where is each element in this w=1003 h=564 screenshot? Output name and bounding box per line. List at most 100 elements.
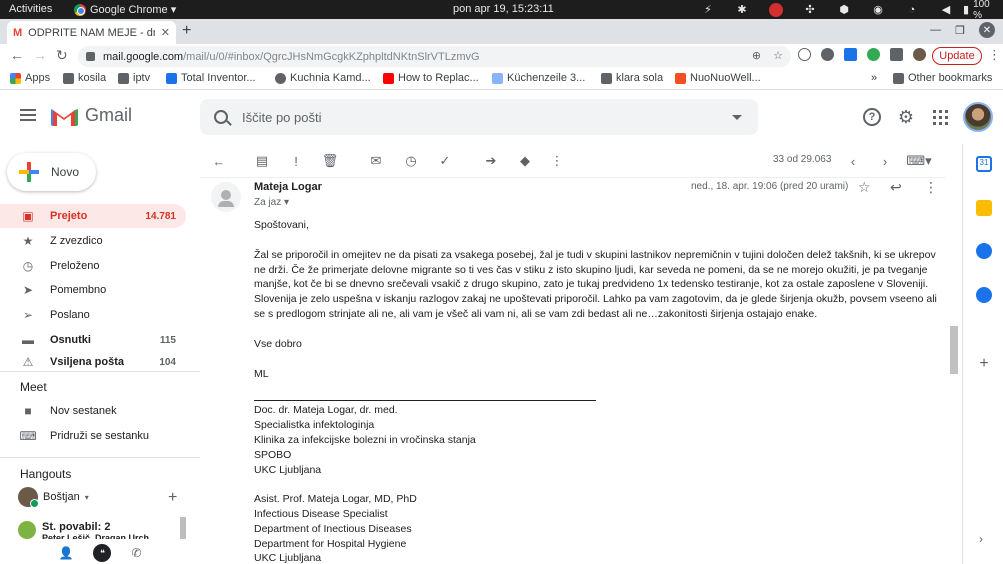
nav-item-starred[interactable]: ★ Z zvezdico <box>0 229 186 253</box>
tab-close-icon[interactable]: ✕ <box>161 26 170 39</box>
help-icon[interactable]: ? <box>863 108 881 126</box>
clock[interactable]: pon apr 19, 15:23:11 <box>453 3 554 15</box>
keep-icon[interactable] <box>976 200 992 216</box>
settings-gear-icon[interactable]: ⚙ <box>897 107 915 127</box>
thunderbolt-icon[interactable]: ⚡ <box>691 2 725 17</box>
puzzle-icon[interactable] <box>890 48 903 61</box>
new-tab-button[interactable]: + <box>182 22 191 40</box>
nav-item-snoozed[interactable]: ◷ Preloženo <box>0 254 186 278</box>
lock-icon[interactable] <box>86 52 95 61</box>
extension-circle-icon[interactable] <box>867 48 880 61</box>
add-task-icon[interactable]: ✓ <box>437 153 453 169</box>
recipient-details[interactable]: Za jaz ▾ <box>254 197 289 208</box>
app-menu[interactable]: Google Chrome ▾ <box>74 3 176 16</box>
zoom-icon[interactable]: ⊕ <box>752 49 761 62</box>
main-menu-icon[interactable] <box>20 109 36 121</box>
contacts-panel-icon[interactable] <box>976 287 992 303</box>
skype-icon[interactable]: ⬢ <box>827 2 861 17</box>
bookmark-iptv[interactable]: iptv <box>118 72 150 84</box>
bookmark-kuchenzeile[interactable]: Küchenzeile 3... <box>492 72 585 84</box>
bookmarks-overflow[interactable]: » <box>871 72 877 84</box>
nav-item-spam[interactable]: ⚠ Vsiljena pošta 104 <box>0 353 186 371</box>
star-icon[interactable]: ☆ <box>858 179 871 196</box>
move-to-icon[interactable]: ➔ <box>483 153 499 169</box>
bookmark-nuonuowell[interactable]: NuoNuoWell... <box>675 72 761 84</box>
profile-icon[interactable] <box>913 48 926 61</box>
bookmark-total-inventor[interactable]: Total Inventor... <box>166 72 256 84</box>
gmail-logo[interactable]: Gmail <box>51 105 132 126</box>
bookmark-how-to-replace[interactable]: How to Replac... <box>383 72 479 84</box>
reply-icon[interactable]: ↩ <box>890 179 902 196</box>
other-bookmarks[interactable]: Other bookmarks <box>893 72 992 84</box>
battery-icon[interactable]: ▮ 100 % <box>963 0 997 21</box>
address-bar[interactable]: mail.google.com/mail/u/0/#inbox/QgrcJHsN… <box>78 46 791 67</box>
search-input[interactable]: Iščite po pošti <box>242 110 322 125</box>
search-options-icon[interactable] <box>732 115 742 120</box>
blocked-icon[interactable] <box>759 2 793 17</box>
meet-new-meeting[interactable]: ■ Nov sestanek <box>0 399 186 423</box>
bookmark-star-icon[interactable]: ☆ <box>773 49 783 62</box>
contacts-icon[interactable]: 👤 <box>58 546 73 560</box>
maximize-icon[interactable]: ❐ <box>955 24 965 37</box>
hangouts-chat-item[interactable]: St. povabil: 2 Peter Lešič, Dragan Urch <box>18 521 149 539</box>
sender-name[interactable]: Mateja Logar <box>254 181 322 193</box>
meet-join-meeting[interactable]: ⌨ Pridruži se sestanku <box>0 424 186 448</box>
tab-gmail[interactable]: M ODPRITE NAM MEJE - dr ✕ <box>7 21 176 44</box>
account-avatar[interactable] <box>963 102 993 132</box>
newer-icon[interactable]: › <box>877 153 893 169</box>
search-icon[interactable] <box>214 110 228 124</box>
phone-icon[interactable]: ✆ <box>131 546 141 560</box>
browser-menu-icon[interactable]: ⋮ <box>988 47 1001 63</box>
minimize-icon[interactable]: — <box>930 24 941 36</box>
spam-icon: ⚠ <box>22 355 34 369</box>
bookmark-klara-sola[interactable]: klara sola <box>601 72 663 84</box>
delete-icon[interactable]: 🗑 <box>322 153 339 169</box>
sidebar-scrollbar[interactable] <box>180 517 186 539</box>
new-chat-icon[interactable]: + <box>168 489 177 507</box>
sender-avatar[interactable] <box>211 182 241 212</box>
calendar-icon[interactable]: 31 <box>976 156 992 172</box>
mark-unread-icon[interactable]: ✉ <box>368 153 384 169</box>
extension-settings-icon[interactable] <box>821 48 834 61</box>
window-close-icon[interactable]: ✕ <box>979 22 995 38</box>
bluetooth-icon[interactable]: ✱ <box>725 2 759 17</box>
system-tray[interactable]: ⚡ ✱ ✣ ⬢ ◉ ◔ ◀ ▮ 100 % <box>691 0 997 21</box>
nav-item-inbox[interactable]: ▣ Prejeto 14.781 <box>0 204 186 228</box>
report-spam-icon[interactable]: ! <box>288 153 304 169</box>
update-button[interactable]: Update <box>932 47 982 65</box>
reload-icon[interactable]: ↻ <box>56 47 68 64</box>
bookmark-kuchnia[interactable]: Kuchnia Kamd... <box>275 72 371 84</box>
back-icon[interactable]: ← <box>10 47 24 63</box>
viber-icon[interactable]: ◉ <box>861 2 895 17</box>
volume-icon[interactable]: ◀ <box>929 2 963 17</box>
slack-icon[interactable]: ✣ <box>793 2 827 17</box>
tasks-icon[interactable] <box>976 243 992 259</box>
more-options-icon[interactable]: ⋮ <box>924 179 938 196</box>
nav-item-important[interactable]: ➤ Pomembno <box>0 278 186 302</box>
older-icon[interactable]: ‹ <box>845 153 861 169</box>
hangouts-user[interactable]: Boštjan ▾ <box>18 487 89 508</box>
nav-item-sent[interactable]: ➢ Poslano <box>0 303 186 327</box>
bookmark-kosila[interactable]: kosila <box>63 72 106 84</box>
input-tools-icon[interactable]: ⌨▾ <box>905 153 933 169</box>
bookmark-apps[interactable]: Apps <box>10 72 50 84</box>
wifi-icon[interactable]: ◔ <box>895 2 929 17</box>
nav-item-drafts[interactable]: ▬ Osnutki 115 <box>0 328 186 352</box>
message-scrollbar[interactable] <box>950 326 958 374</box>
back-to-inbox-icon[interactable]: ← <box>211 153 227 169</box>
activities-button[interactable]: Activities <box>9 3 52 15</box>
snooze-icon[interactable]: ◷ <box>403 153 419 169</box>
extension-face-icon[interactable] <box>798 48 811 61</box>
extension-download-icon[interactable] <box>844 48 857 61</box>
compose-button[interactable]: Novo <box>7 153 96 191</box>
label-icon[interactable]: ◆ <box>517 153 533 169</box>
hangouts-chat-icon[interactable]: ❝ <box>93 544 112 562</box>
google-apps-icon[interactable] <box>931 108 949 126</box>
gmail-favicon-icon: M <box>13 26 23 39</box>
forward-icon[interactable]: → <box>33 47 47 63</box>
archive-icon[interactable]: ▤ <box>254 153 270 169</box>
more-icon[interactable]: ⋮ <box>549 153 565 169</box>
add-addon-icon[interactable]: + <box>976 356 992 372</box>
expand-panel-icon[interactable]: › <box>979 532 983 546</box>
search-bar[interactable]: Iščite po pošti <box>200 99 758 135</box>
